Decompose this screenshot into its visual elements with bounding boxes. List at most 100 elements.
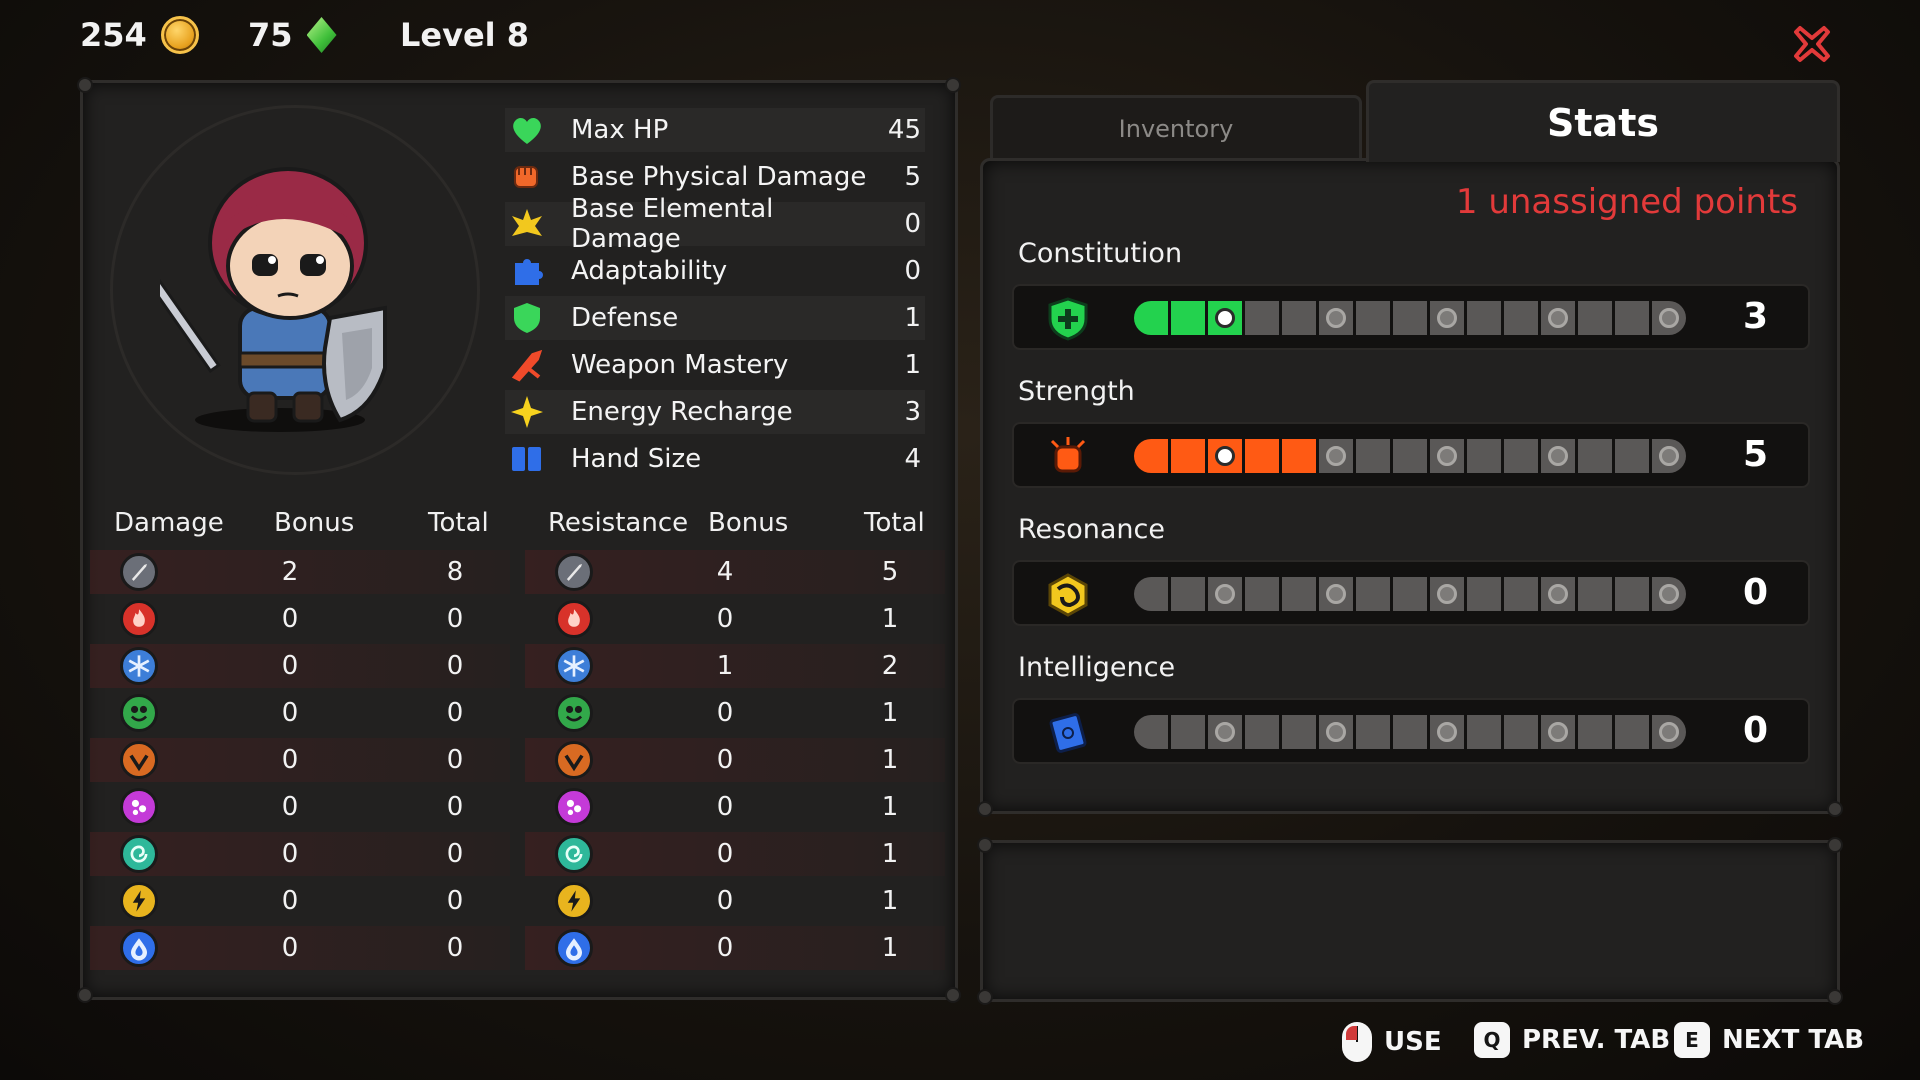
total-value: 5 <box>881 557 899 587</box>
close-icon[interactable] <box>1792 24 1832 64</box>
stat-label: Energy Recharge <box>571 397 793 427</box>
tab-stats[interactable]: Stats <box>1366 80 1840 162</box>
attr-pip <box>1504 439 1538 473</box>
bonus-value: 0 <box>281 651 299 681</box>
table-row: 01 <box>525 691 945 735</box>
attr-value: 0 <box>1742 572 1768 613</box>
attr-pip <box>1134 301 1168 335</box>
attr-pip <box>1578 301 1612 335</box>
attr-pip <box>1615 439 1649 473</box>
bonus-value: 0 <box>716 933 734 963</box>
attr-pip <box>1356 715 1390 749</box>
bonus-value: 0 <box>716 792 734 822</box>
attr-bar-resonance[interactable]: 0 <box>1012 560 1810 626</box>
attr-pip <box>1208 439 1242 473</box>
control-next-tab[interactable]: E NEXT TAB <box>1674 1022 1864 1058</box>
water-icon <box>120 929 158 967</box>
attr-label-resonance: Resonance <box>1018 514 1165 545</box>
resistance-bonus-header: Bonus <box>708 508 789 538</box>
sword-icon <box>120 553 158 591</box>
total-value: 0 <box>446 698 464 728</box>
attr-pip <box>1652 301 1686 335</box>
attr-pip <box>1541 301 1575 335</box>
attr-pip <box>1541 439 1575 473</box>
attr-pips <box>1134 301 1686 335</box>
constitution-shield-icon <box>1044 295 1092 343</box>
total-value: 1 <box>881 933 899 963</box>
table-row: 00 <box>90 832 510 876</box>
attr-pip <box>1282 715 1316 749</box>
fire-icon <box>555 600 593 638</box>
total-value: 8 <box>446 557 464 587</box>
attr-pip <box>1467 439 1501 473</box>
stat-label: Base Physical Damage <box>571 162 867 192</box>
fire-icon <box>120 600 158 638</box>
attr-value: 0 <box>1742 710 1768 751</box>
total-value: 0 <box>446 839 464 869</box>
attr-pip <box>1393 439 1427 473</box>
earth-icon <box>555 741 593 779</box>
attr-pip <box>1652 439 1686 473</box>
table-row: 01 <box>525 738 945 782</box>
stat-value: 3 <box>904 397 921 427</box>
burst-icon <box>505 202 549 246</box>
control-use: USE <box>1342 1022 1442 1062</box>
stat-row: Hand Size 4 <box>505 437 925 481</box>
weapon-icon <box>505 343 549 387</box>
bonus-value: 0 <box>281 839 299 869</box>
coin-icon <box>160 16 199 54</box>
attr-pip <box>1504 301 1538 335</box>
attr-pip <box>1430 301 1464 335</box>
arcane-icon <box>555 788 593 826</box>
stat-label: Base Elemental Damage <box>571 194 774 254</box>
tab-inventory[interactable]: Inventory <box>990 95 1362 159</box>
stat-label: Weapon Mastery <box>571 350 789 380</box>
attr-pip <box>1282 301 1316 335</box>
attr-value: 5 <box>1742 434 1768 475</box>
attr-pip <box>1245 301 1279 335</box>
attr-pips <box>1134 577 1686 611</box>
stat-value: 5 <box>904 162 921 192</box>
attr-pip <box>1356 301 1390 335</box>
attr-bar-strength[interactable]: 5 <box>1012 422 1810 488</box>
bonus-value: 0 <box>281 886 299 916</box>
arcane-icon <box>120 788 158 826</box>
attr-bar-constitution[interactable]: 3 <box>1012 284 1810 350</box>
table-row: 01 <box>525 597 945 641</box>
damage-header: Damage <box>114 508 224 538</box>
attr-pip <box>1208 715 1242 749</box>
total-value: 0 <box>446 792 464 822</box>
earth-icon <box>120 741 158 779</box>
stat-label: Defense <box>571 303 679 333</box>
intelligence-book-icon <box>1044 709 1092 757</box>
control-prev-tab[interactable]: Q PREV. TAB <box>1474 1022 1670 1058</box>
level-text: Level 8 <box>400 16 530 54</box>
coin-counter: 254 <box>80 16 199 54</box>
attr-bar-intelligence[interactable]: 0 <box>1012 698 1810 764</box>
attr-pip <box>1541 577 1575 611</box>
ice-icon <box>555 647 593 685</box>
bonus-value: 0 <box>281 933 299 963</box>
damage-bonus-header: Bonus <box>274 508 355 538</box>
e-key-icon: E <box>1674 1022 1710 1058</box>
attr-pip <box>1245 715 1279 749</box>
total-value: 1 <box>881 745 899 775</box>
table-row: 01 <box>525 832 945 876</box>
attr-pips <box>1134 439 1686 473</box>
cards-icon <box>505 437 549 481</box>
attr-pip <box>1208 301 1242 335</box>
attr-pip <box>1504 715 1538 749</box>
stat-row: Weapon Mastery 1 <box>505 343 925 387</box>
strength-fist-icon <box>1044 433 1092 481</box>
table-row: 00 <box>90 879 510 923</box>
attr-pip <box>1652 715 1686 749</box>
attr-pip <box>1282 439 1316 473</box>
bonus-value: 0 <box>716 604 734 634</box>
attr-pip <box>1282 577 1316 611</box>
resonance-rune-icon <box>1044 571 1092 619</box>
total-value: 1 <box>881 886 899 916</box>
attr-pip <box>1615 301 1649 335</box>
attr-pip <box>1319 301 1353 335</box>
attr-pip <box>1393 715 1427 749</box>
attr-pip <box>1652 577 1686 611</box>
